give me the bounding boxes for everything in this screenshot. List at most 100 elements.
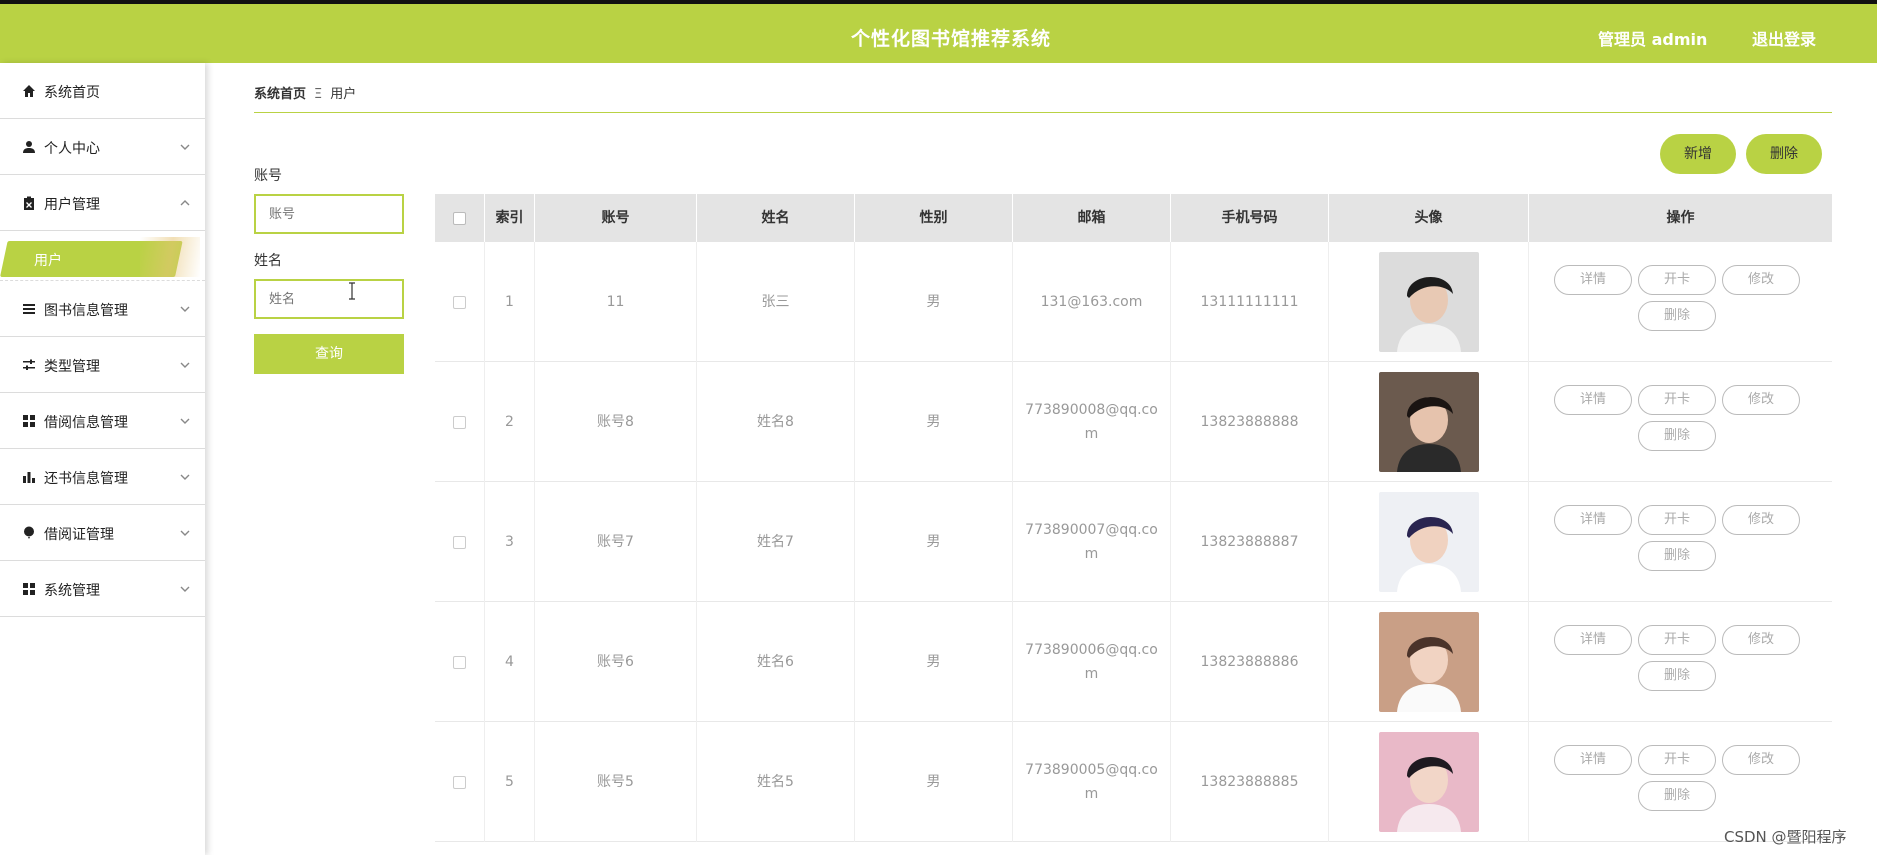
app-header: 个性化图书馆推荐系统 管理员 admin 退出登录	[0, 4, 1877, 63]
edit-button[interactable]: 修改	[1722, 385, 1800, 415]
sidebar-item-system[interactable]: 系统管理	[0, 561, 205, 617]
avatar-image[interactable]	[1378, 612, 1479, 712]
open-card-button[interactable]: 开卡	[1638, 625, 1716, 655]
name-input[interactable]	[254, 279, 404, 319]
edit-button[interactable]: 修改	[1722, 745, 1800, 775]
table-row: 3 账号7 姓名7 男 773890007@qq.co m 1382388888…	[435, 482, 1832, 602]
table-row: 4 账号6 姓名6 男 773890006@qq.co m 1382388888…	[435, 602, 1832, 722]
detail-button[interactable]: 详情	[1554, 385, 1632, 415]
detail-button[interactable]: 详情	[1554, 745, 1632, 775]
open-card-button[interactable]: 开卡	[1638, 505, 1716, 535]
logout-link[interactable]: 退出登录	[1752, 26, 1816, 50]
cell-gender: 男	[855, 362, 1013, 482]
chevron-down-icon	[180, 418, 190, 424]
name-label: 姓名	[254, 253, 282, 269]
row-checkbox[interactable]	[453, 415, 466, 429]
sidebar-item-label: 类型管理	[44, 359, 100, 375]
edit-button[interactable]: 修改	[1722, 505, 1800, 535]
avatar-image[interactable]	[1378, 732, 1479, 832]
cell-phone: 13823888885	[1171, 722, 1329, 842]
grid-icon	[23, 583, 35, 595]
row-checkbox[interactable]	[453, 295, 466, 309]
sidebar-item-label: 系统管理	[44, 583, 100, 599]
chevron-up-icon	[180, 200, 190, 206]
add-button[interactable]: 新增	[1660, 134, 1736, 174]
edit-button[interactable]: 修改	[1722, 265, 1800, 295]
breadcrumb-current: 用户	[330, 87, 357, 102]
row-checkbox-cell	[435, 602, 485, 722]
cell-email: 131@163.com	[1013, 242, 1171, 362]
home-icon	[23, 85, 35, 97]
sidebar-item-user-management[interactable]: 用户管理	[0, 175, 205, 231]
row-delete-button[interactable]: 删除	[1638, 541, 1716, 571]
sidebar-item-personal[interactable]: 个人中心	[0, 119, 205, 175]
header-email: 邮箱	[1013, 194, 1171, 242]
sidebar-item-home[interactable]: 系统首页	[0, 63, 205, 119]
cell-actions: 详情 开卡 修改 删除	[1529, 722, 1832, 842]
row-checkbox[interactable]	[453, 655, 466, 669]
avatar-image[interactable]	[1378, 492, 1479, 592]
cell-actions: 详情 开卡 修改 删除	[1529, 242, 1832, 362]
header-index: 索引	[485, 194, 535, 242]
cell-name: 姓名8	[697, 362, 855, 482]
header-actions: 操作	[1666, 210, 1695, 226]
balloon-icon	[24, 526, 34, 539]
sidebar-item-card[interactable]: 借阅证管理	[0, 505, 205, 561]
sidebar-item-book-info[interactable]: 图书信息管理	[0, 281, 205, 337]
active-highlight-streak	[140, 237, 200, 277]
cell-phone: 13823888888	[1171, 362, 1329, 482]
row-delete-button[interactable]: 删除	[1638, 661, 1716, 691]
cell-name: 姓名7	[697, 482, 855, 602]
chevron-down-icon	[180, 362, 190, 368]
cell-index: 3	[485, 482, 535, 602]
cell-gender: 男	[855, 242, 1013, 362]
breadcrumb: 系统首页 Ξ 用户	[254, 83, 356, 102]
cell-avatar	[1329, 602, 1529, 722]
select-all-checkbox[interactable]	[453, 211, 466, 225]
chevron-down-icon	[180, 306, 190, 312]
row-delete-button[interactable]: 删除	[1638, 421, 1716, 451]
cell-phone: 13823888886	[1171, 602, 1329, 722]
cell-name: 张三	[697, 242, 855, 362]
cell-email: 773890006@qq.co m	[1013, 602, 1171, 722]
table-row: 5 账号5 姓名5 男 773890005@qq.co m 1382388888…	[435, 722, 1832, 842]
cell-index: 5	[485, 722, 535, 842]
breadcrumb-home[interactable]: 系统首页	[254, 87, 306, 102]
open-card-button[interactable]: 开卡	[1638, 745, 1716, 775]
header-account: 账号	[535, 194, 697, 242]
row-delete-button[interactable]: 删除	[1638, 301, 1716, 331]
cell-name: 姓名6	[697, 602, 855, 722]
header-gender: 性别	[855, 194, 1013, 242]
sidebar-item-borrow-info[interactable]: 借阅信息管理	[0, 393, 205, 449]
avatar-image[interactable]	[1378, 372, 1479, 472]
bar-chart-icon	[23, 472, 35, 483]
header-checkbox-cell	[435, 194, 485, 242]
user-icon	[23, 141, 35, 153]
user-management-submenu: 用户	[0, 231, 205, 281]
cell-account: 账号5	[535, 722, 697, 842]
cell-actions: 详情 开卡 修改 删除	[1529, 602, 1832, 722]
sidebar-item-type[interactable]: 类型管理	[0, 337, 205, 393]
open-card-button[interactable]: 开卡	[1638, 265, 1716, 295]
detail-button[interactable]: 详情	[1554, 265, 1632, 295]
open-card-button[interactable]: 开卡	[1638, 385, 1716, 415]
cell-gender: 男	[855, 482, 1013, 602]
sidebar-item-label: 系统首页	[44, 85, 100, 101]
sidebar-item-return-info[interactable]: 还书信息管理	[0, 449, 205, 505]
detail-button[interactable]: 详情	[1554, 505, 1632, 535]
row-checkbox[interactable]	[453, 535, 466, 549]
table-row: 1 11 张三 男 131@163.com 13111111111 详情 开卡 …	[435, 242, 1832, 362]
account-label: 账号	[254, 168, 282, 184]
admin-label: 管理员 admin	[1598, 30, 1708, 49]
delete-button[interactable]: 删除	[1746, 134, 1822, 174]
row-delete-button[interactable]: 删除	[1638, 781, 1716, 811]
edit-button[interactable]: 修改	[1722, 625, 1800, 655]
query-button[interactable]: 查询	[254, 334, 404, 374]
detail-button[interactable]: 详情	[1554, 625, 1632, 655]
cell-email: 773890008@qq.co m	[1013, 362, 1171, 482]
cell-avatar	[1329, 362, 1529, 482]
account-input[interactable]	[254, 194, 404, 234]
cell-actions: 详情 开卡 修改 删除	[1529, 482, 1832, 602]
avatar-image[interactable]	[1378, 252, 1479, 352]
row-checkbox[interactable]	[453, 775, 466, 789]
